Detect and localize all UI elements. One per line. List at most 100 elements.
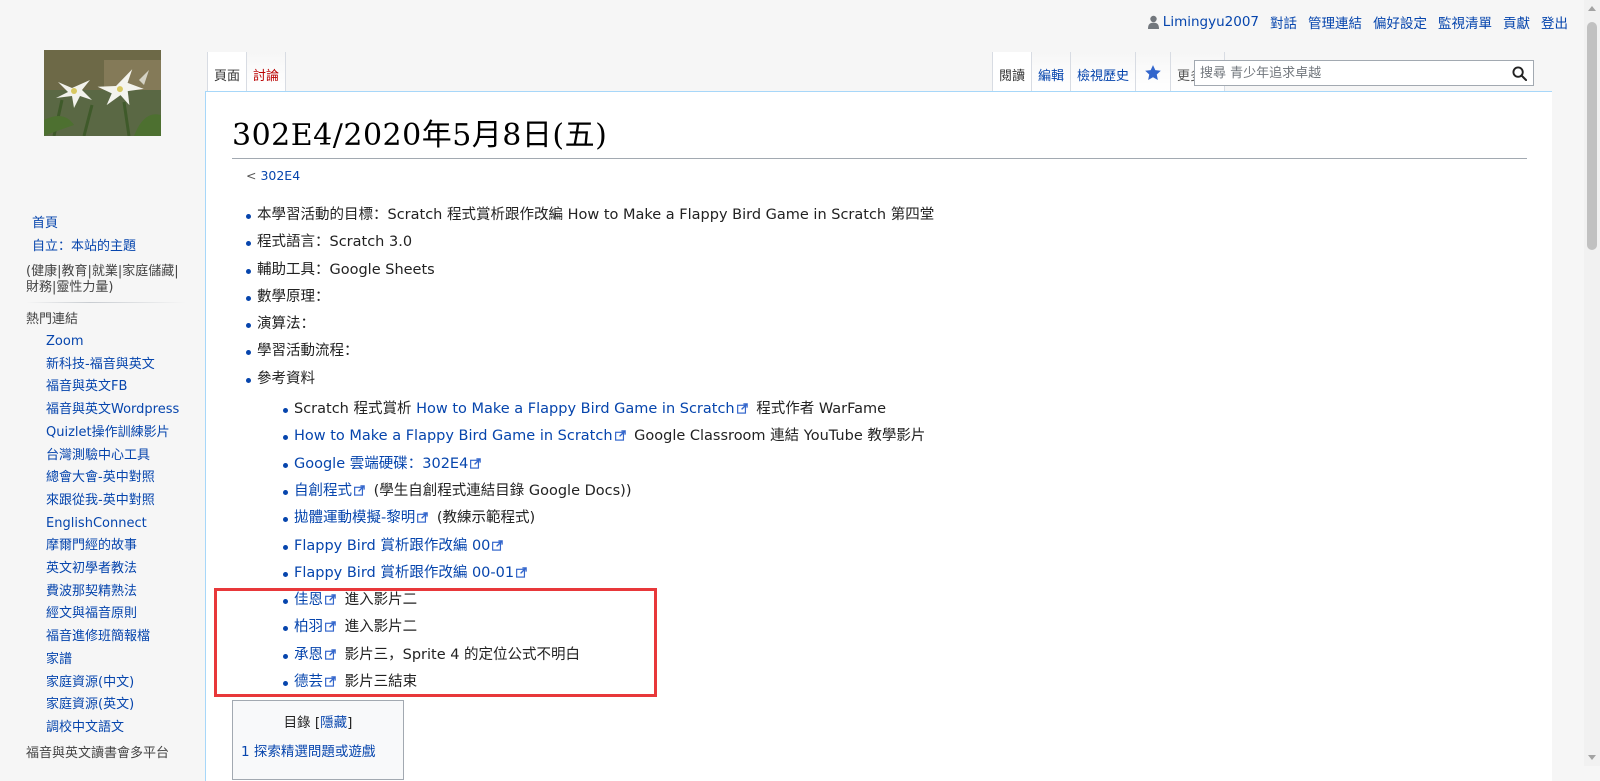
user-menu[interactable]: Limingyu2007 <box>1147 14 1259 30</box>
sidebar-link[interactable]: 家庭資源(中文) <box>26 672 186 695</box>
tab-page[interactable]: 頁面 <box>207 52 248 92</box>
item-text: Scratch 程式賞析 <box>294 401 417 418</box>
external-link-icon <box>354 485 365 496</box>
bullet <box>283 462 288 468</box>
talk-link[interactable]: 對話 <box>1270 12 1297 32</box>
external-link-icon <box>325 594 336 605</box>
external-link[interactable]: 拋體運動模擬-黎明 <box>294 510 415 526</box>
external-link[interactable]: 德芸 <box>294 674 323 690</box>
personal-tools: Limingyu2007 對話 管理連結 偏好設定 監視清單 貢獻 登出 <box>1147 12 1568 32</box>
sidebar-link[interactable]: 福音進修班簡報檔 <box>26 626 186 649</box>
tab-page-label: 頁面 <box>214 69 241 84</box>
portal-heading-reading-group: 福音與英文讀書會多平台 <box>26 745 170 761</box>
page-title: 302E4/2020年5月8日(五) <box>232 114 1527 159</box>
item-text: Scratch 程式賞析跟作改編 How to Make a Flappy Bi… <box>387 207 935 223</box>
site-logo[interactable] <box>44 50 161 136</box>
search-button[interactable] <box>1505 61 1533 85</box>
sidebar-link[interactable]: 來跟從我-英中對照 <box>26 490 186 513</box>
toc-title: 目錄 [隱藏] <box>233 711 403 731</box>
sidebar-item-self-reliance[interactable]: 自立：本站的主題 <box>26 235 186 258</box>
search-input[interactable] <box>1195 62 1505 84</box>
list-item: 柏羽 進入影片二 <box>283 614 934 641</box>
toc-toggle-link[interactable]: 隱藏 <box>320 715 347 731</box>
watch-star-button[interactable] <box>1135 52 1171 92</box>
item-text: 進入影片二 <box>340 592 418 609</box>
bullet <box>283 653 288 659</box>
sidebar-link[interactable]: EnglishConnect <box>26 513 186 536</box>
sidebar-link[interactable]: 英文初學者教法 <box>26 558 186 581</box>
sidebar-link[interactable]: 總會大會-英中對照 <box>26 467 186 490</box>
sidebar-link[interactable]: 經文與福音原則 <box>26 603 186 626</box>
item-text: 影片三，Sprite 4 的定位公式不明白 <box>340 646 581 663</box>
contributions-link[interactable]: 貢獻 <box>1503 12 1530 32</box>
list-item: Google 雲端硬碟：302E4 <box>283 451 934 478</box>
bullet <box>283 517 288 523</box>
item-text: 輔助工具：Google Sheets <box>257 261 435 278</box>
breadcrumb: < 302E4 <box>246 168 300 183</box>
external-link[interactable]: 自創程式 <box>294 483 352 499</box>
bullet <box>283 435 288 441</box>
tab-discussion[interactable]: 討論 <box>247 52 287 92</box>
sidebar-link[interactable]: 台灣測驗中心工具 <box>26 445 186 468</box>
external-link[interactable]: 佳恩 <box>294 592 323 608</box>
sidebar-link[interactable]: Quizlet操作訓練影片 <box>26 422 186 445</box>
external-link-icon <box>516 567 527 578</box>
scroll-down-arrow-icon[interactable] <box>1588 755 1596 760</box>
content-list: 本學習活動的目標：Scratch 程式賞析跟作改編 How to Make a … <box>246 202 934 696</box>
bullet <box>283 571 288 577</box>
sidebar-link[interactable]: 家庭資源(英文) <box>26 694 186 717</box>
list-item: 參考資料 Scratch 程式賞析 How to Make a Flappy B… <box>246 366 934 697</box>
item-text: Google Classroom 連結 YouTube 教學影片 <box>629 428 926 445</box>
bullet <box>283 681 288 687</box>
logout-link[interactable]: 登出 <box>1541 12 1568 32</box>
item-text: 影片三結束 <box>340 674 418 691</box>
external-link[interactable]: Flappy Bird 賞析跟作改編 00-01 <box>294 565 514 581</box>
bullet <box>246 323 251 329</box>
bullet <box>283 599 288 605</box>
tab-read[interactable]: 閱讀 <box>991 52 1032 92</box>
watchlist-link[interactable]: 監視清單 <box>1438 12 1492 32</box>
external-link[interactable]: How to Make a Flappy Bird Game in Scratc… <box>416 401 735 417</box>
toc-item[interactable]: 1 探索精選問題或遊戲 <box>241 740 403 760</box>
page-body: 本學習活動的目標：Scratch 程式賞析跟作改編 How to Make a … <box>246 202 934 696</box>
sidebar-link[interactable]: 家譜 <box>26 649 186 672</box>
sidebar-link[interactable]: 福音與英文Wordpress <box>26 399 186 422</box>
external-link[interactable]: Google 雲端硬碟：302E4 <box>294 456 468 472</box>
scroll-up-arrow-icon[interactable] <box>1588 6 1596 11</box>
sidebar-link[interactable]: 福音與英文FB <box>26 376 186 399</box>
sidebar-link[interactable]: 調校中文語文 <box>26 717 186 740</box>
external-link[interactable]: Flappy Bird 賞析跟作改編 00 <box>294 538 490 554</box>
content-area: 302E4/2020年5月8日(五) < 302E4 本學習活動的目標：Scra… <box>205 91 1552 781</box>
scrollbar-thumb[interactable] <box>1587 22 1597 250</box>
bullet <box>246 268 251 274</box>
list-item: 自創程式 (學生自創程式連結目錄 Google Docs)) <box>283 478 934 505</box>
external-link-icon <box>470 457 482 469</box>
search-icon <box>1511 65 1527 81</box>
toc-item-number: 1 <box>241 744 250 760</box>
list-item: 本學習活動的目標：Scratch 程式賞析跟作改編 How to Make a … <box>246 202 934 229</box>
external-link[interactable]: How to Make a Flappy Bird Game in Scratc… <box>294 428 613 444</box>
sidebar-link[interactable]: 新科技-福音與英文 <box>26 354 186 377</box>
external-link[interactable]: 柏羽 <box>294 619 323 635</box>
list-item: 拋體運動模擬-黎明 (教練示範程式) <box>283 505 934 532</box>
user-link[interactable]: Limingyu2007 <box>1163 14 1259 30</box>
breadcrumb-link[interactable]: 302E4 <box>260 168 300 183</box>
item-text: 進入影片二 <box>340 619 418 636</box>
external-link-icon <box>325 648 336 660</box>
manage-links-link[interactable]: 管理連結 <box>1308 12 1362 32</box>
sidebar-link[interactable]: 費波那契精熟法 <box>26 581 186 604</box>
sidebar-link-zoom[interactable]: Zoom <box>26 331 186 354</box>
toc-item-label: 探索精選問題或遊戲 <box>253 744 376 760</box>
tab-edit[interactable]: 編輯 <box>1031 52 1071 92</box>
external-link[interactable]: 承恩 <box>294 647 323 663</box>
user-icon <box>1147 15 1159 29</box>
external-link-icon <box>325 676 336 687</box>
list-item: 數學原理： <box>246 284 934 311</box>
preferences-link[interactable]: 偏好設定 <box>1373 12 1427 32</box>
page-scrollbar[interactable] <box>1584 0 1600 766</box>
sidebar-item-home[interactable]: 首頁 <box>26 212 186 235</box>
item-text: 程式作者 WarFame <box>751 401 887 418</box>
item-text: 數學原理： <box>257 288 330 305</box>
tab-history[interactable]: 檢視歷史 <box>1070 52 1136 92</box>
sidebar-link[interactable]: 摩爾門經的故事 <box>26 535 186 558</box>
